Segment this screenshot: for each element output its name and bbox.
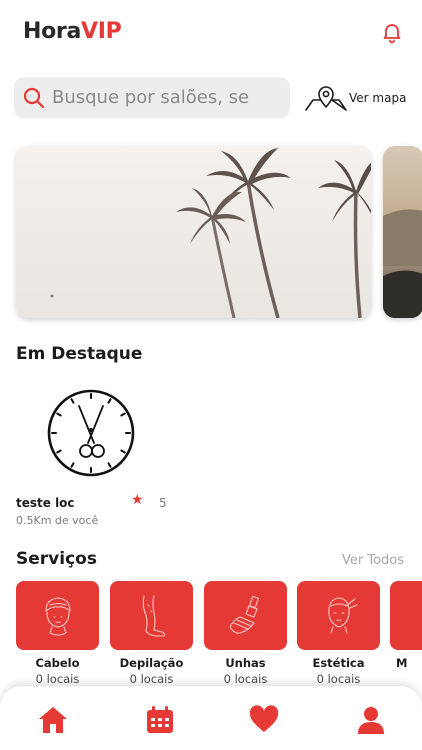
app-header: HoraVIP [0, 0, 422, 66]
hair-towel-icon [44, 596, 71, 636]
service-count: 0 locais [35, 672, 80, 686]
star-icon: ★ [131, 492, 144, 508]
tab-calendar[interactable] [144, 704, 176, 736]
app-logo: HoraVIP [23, 19, 122, 44]
face-care-icon [327, 596, 358, 634]
tab-home[interactable] [37, 704, 69, 736]
map-button-label: Ver mapa [349, 91, 407, 105]
tab-profile[interactable] [355, 704, 387, 736]
calendar-icon [147, 706, 173, 733]
heart-icon [249, 705, 279, 732]
service-name: Cabelo [35, 656, 80, 670]
service-name: Estética [312, 656, 365, 670]
service-tile-estetica[interactable] [297, 581, 380, 650]
featured-item-distance: 0.5Km de você [16, 514, 99, 527]
tab-favorites[interactable] [248, 704, 280, 736]
featured-title: Em Destaque [16, 344, 143, 364]
brand-part-1: Hora [23, 19, 82, 44]
promo-banner[interactable] [16, 146, 371, 318]
featured-item-name[interactable]: teste loc [16, 496, 75, 510]
scissors-clock-icon[interactable] [46, 388, 136, 478]
service-count: 0 locais [223, 672, 268, 686]
home-icon [39, 707, 67, 733]
search-bar[interactable] [14, 77, 290, 118]
bell-icon[interactable] [380, 20, 404, 44]
service-count: 0 locais [129, 672, 174, 686]
service-name: M [396, 656, 408, 670]
service-count: 0 locais [316, 672, 361, 686]
palm-trees-photo [16, 146, 371, 318]
service-name: Unhas [225, 656, 266, 670]
leg-icon [142, 594, 165, 637]
landscape-photo [383, 146, 422, 318]
service-name: Depilação [119, 656, 184, 670]
search-icon [23, 87, 45, 108]
nail-polish-icon [228, 595, 259, 634]
service-tile-unhas[interactable] [204, 581, 287, 650]
services-title: Serviços [16, 549, 97, 569]
map-button[interactable]: Ver mapa [303, 82, 419, 114]
map-pin-icon [305, 86, 347, 111]
service-tile-depilacao[interactable] [110, 581, 193, 650]
service-tile-partial[interactable] [390, 581, 422, 650]
service-tile-cabelo[interactable] [16, 581, 99, 650]
user-icon [358, 707, 384, 734]
brand-part-2: VIP [81, 19, 122, 44]
see-all-link[interactable]: Ver Todos [342, 553, 404, 568]
featured-item-rating: 5 [159, 496, 167, 510]
bottom-tab-bar [0, 686, 422, 750]
search-input[interactable] [52, 87, 282, 108]
promo-banner-next[interactable] [383, 146, 422, 318]
